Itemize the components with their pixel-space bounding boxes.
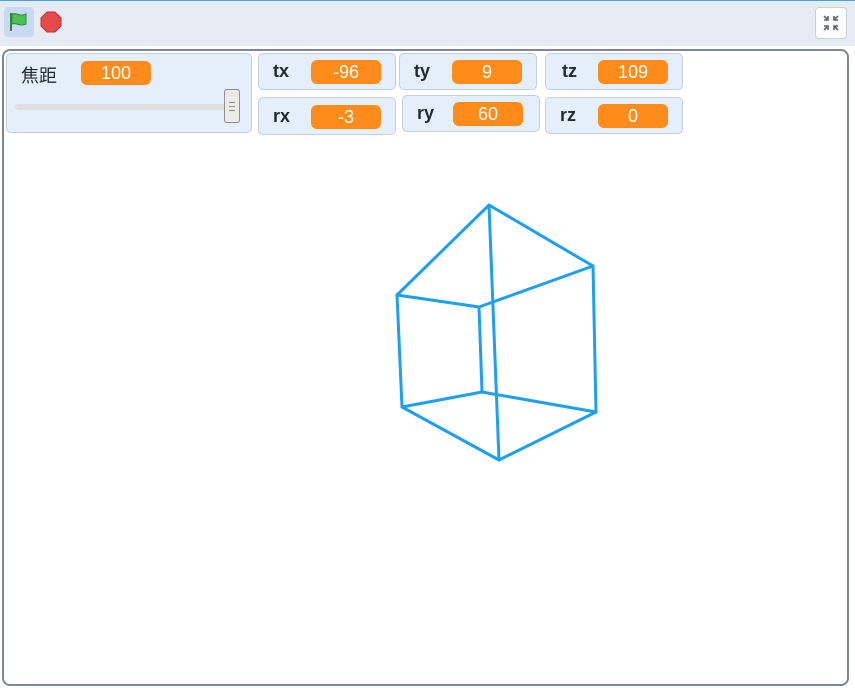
cube-edge bbox=[400, 405, 501, 462]
cube-edge bbox=[400, 390, 484, 409]
stage-canvas[interactable]: 焦距 100 tx -96 ty 9 tz 109 rx -3 ry 60 rz… bbox=[2, 49, 849, 686]
stage-toolbar bbox=[0, 0, 855, 46]
wireframe-cube bbox=[395, 203, 598, 462]
cube-edge bbox=[477, 264, 595, 309]
cube-edge bbox=[395, 203, 491, 297]
cube-edge bbox=[487, 203, 501, 462]
stop-button[interactable] bbox=[38, 9, 64, 35]
cube-edge bbox=[487, 203, 595, 268]
cube-edge bbox=[497, 410, 598, 462]
green-flag-button[interactable] bbox=[4, 7, 34, 37]
green-flag-icon bbox=[10, 13, 27, 31]
cube-edge bbox=[591, 264, 598, 414]
cube-edge bbox=[395, 293, 404, 409]
cube-edge bbox=[395, 293, 481, 309]
cube-edge bbox=[477, 305, 484, 394]
cube-edge bbox=[480, 390, 598, 414]
stop-icon bbox=[40, 11, 62, 33]
shrink-icon bbox=[823, 15, 839, 31]
shrink-stage-button[interactable] bbox=[815, 7, 847, 39]
